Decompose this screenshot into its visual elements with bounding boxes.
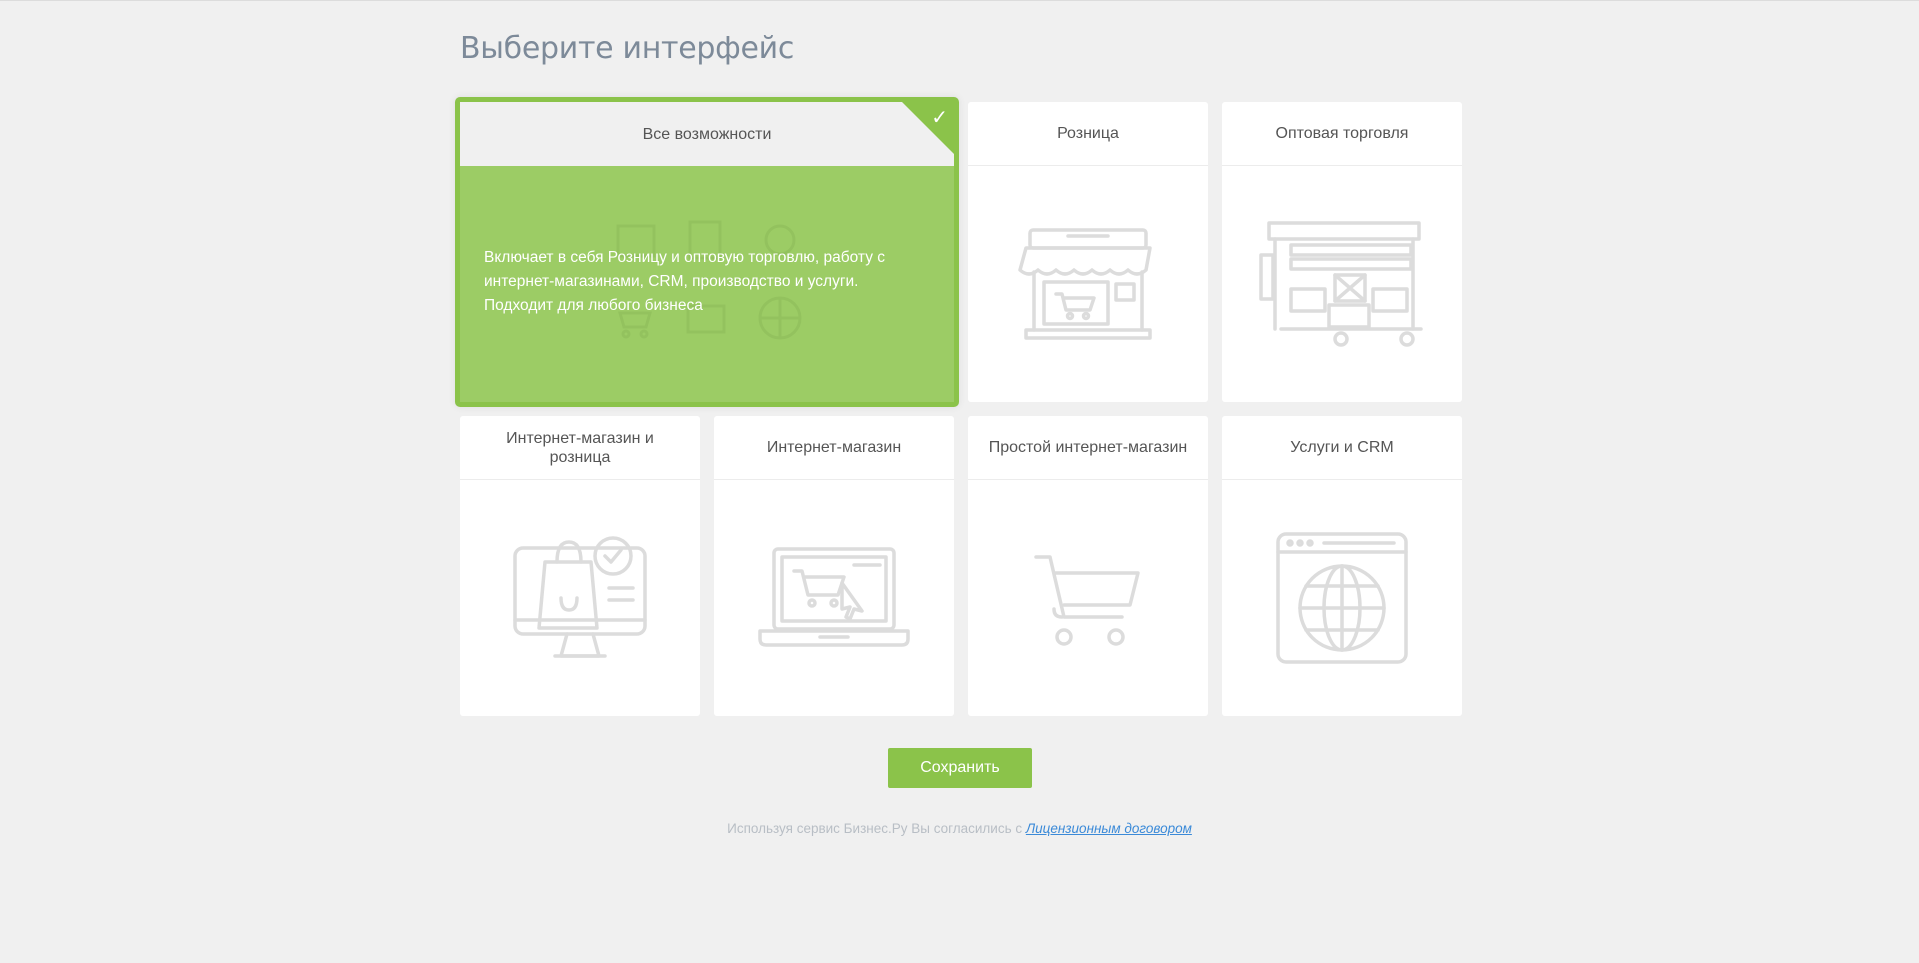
- card-title: Оптовая торговля: [1222, 102, 1462, 166]
- checkmark-icon: ✓: [931, 107, 948, 129]
- laptop-cart-icon: [758, 546, 910, 647]
- card-title: Розница: [968, 102, 1208, 166]
- card-description: Включает в себя Розницу и оптовую торгов…: [484, 248, 886, 314]
- interface-card-retail[interactable]: Розница: [968, 102, 1208, 402]
- warehouse-icon: [1259, 220, 1423, 347]
- monitor-shopping-bag-icon: [513, 535, 647, 658]
- footer-text: Используя сервис Бизнес.Ру Вы согласилис…: [727, 821, 1026, 836]
- interface-card-online-and-retail[interactable]: Интернет-магазин и розница: [460, 416, 700, 716]
- license-agreement-link[interactable]: Лицензионным договором: [1026, 821, 1192, 836]
- page-title: Выберите интерфейс: [460, 31, 795, 66]
- interface-card-simple-online-store[interactable]: Простой интернет-магазин: [968, 416, 1208, 716]
- interface-card-services-crm[interactable]: Услуги и CRM: [1222, 416, 1462, 716]
- storefront-icon: [1018, 227, 1152, 340]
- card-title: Все возможности: [460, 102, 954, 166]
- interface-card-wholesale[interactable]: Оптовая торговля: [1222, 102, 1462, 402]
- card-description-area: Включает в себя Розницу и оптовую торгов…: [460, 166, 954, 401]
- interface-card-all-features[interactable]: Все возможности ✓ Включает в себя Розниц…: [455, 97, 959, 407]
- interface-card-online-store[interactable]: Интернет-магазин: [714, 416, 954, 716]
- cart-icon: [1034, 554, 1140, 646]
- card-title: Простой интернет-магазин: [968, 416, 1208, 480]
- card-title: Интернет-магазин и розница: [460, 416, 700, 480]
- card-title: Услуги и CRM: [1222, 416, 1462, 480]
- save-button[interactable]: Сохранить: [888, 748, 1032, 788]
- license-footer: Используя сервис Бизнес.Ру Вы согласилис…: [0, 821, 1919, 836]
- card-title: Интернет-магазин: [714, 416, 954, 480]
- globe-window-icon: [1276, 531, 1408, 664]
